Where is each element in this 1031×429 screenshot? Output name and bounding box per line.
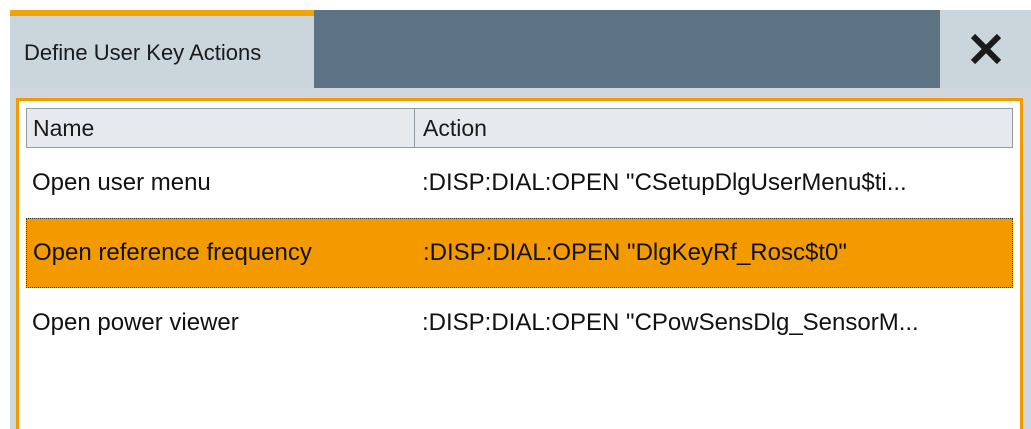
row-name-cell: Open user menu [32, 169, 211, 196]
tab-define-user-key-actions[interactable]: Define User Key Actions [10, 10, 314, 88]
table-row[interactable]: Open power viewer :DISP:DIAL:OPEN "CPowS… [26, 288, 1013, 358]
row-name-cell: Open power viewer [32, 309, 239, 336]
title-bar: Define User Key Actions [10, 10, 1031, 88]
column-header-name[interactable]: Name [27, 109, 415, 147]
row-name-cell: Open reference frequency [33, 239, 312, 266]
table-header: Name Action [26, 108, 1013, 148]
dialog-title: Define User Key Actions [24, 40, 262, 65]
row-action-cell: :DISP:DIAL:OPEN "CPowSensDlg_SensorM... [422, 309, 919, 336]
row-action-cell: :DISP:DIAL:OPEN "CSetupDlgUserMenu$ti... [422, 169, 907, 196]
table-row-selected[interactable]: Open reference frequency :DISP:DIAL:OPEN… [26, 218, 1013, 288]
table-focus-frame: Name Action Open user menu :DISP:DIAL:OP… [16, 98, 1023, 429]
table-row[interactable]: Open user menu :DISP:DIAL:OPEN "CSetupDl… [26, 148, 1013, 218]
user-key-actions-table: Name Action Open user menu :DISP:DIAL:OP… [26, 108, 1013, 358]
dialog-body: Name Action Open user menu :DISP:DIAL:OP… [10, 88, 1031, 429]
close-icon [970, 33, 1001, 65]
define-user-key-actions-dialog: Define User Key Actions Name Action Open… [0, 0, 1031, 429]
row-action-cell: :DISP:DIAL:OPEN "DlgKeyRf_Rosc$t0" [423, 239, 847, 266]
close-button[interactable] [940, 10, 1031, 88]
column-header-action[interactable]: Action [415, 109, 1005, 147]
